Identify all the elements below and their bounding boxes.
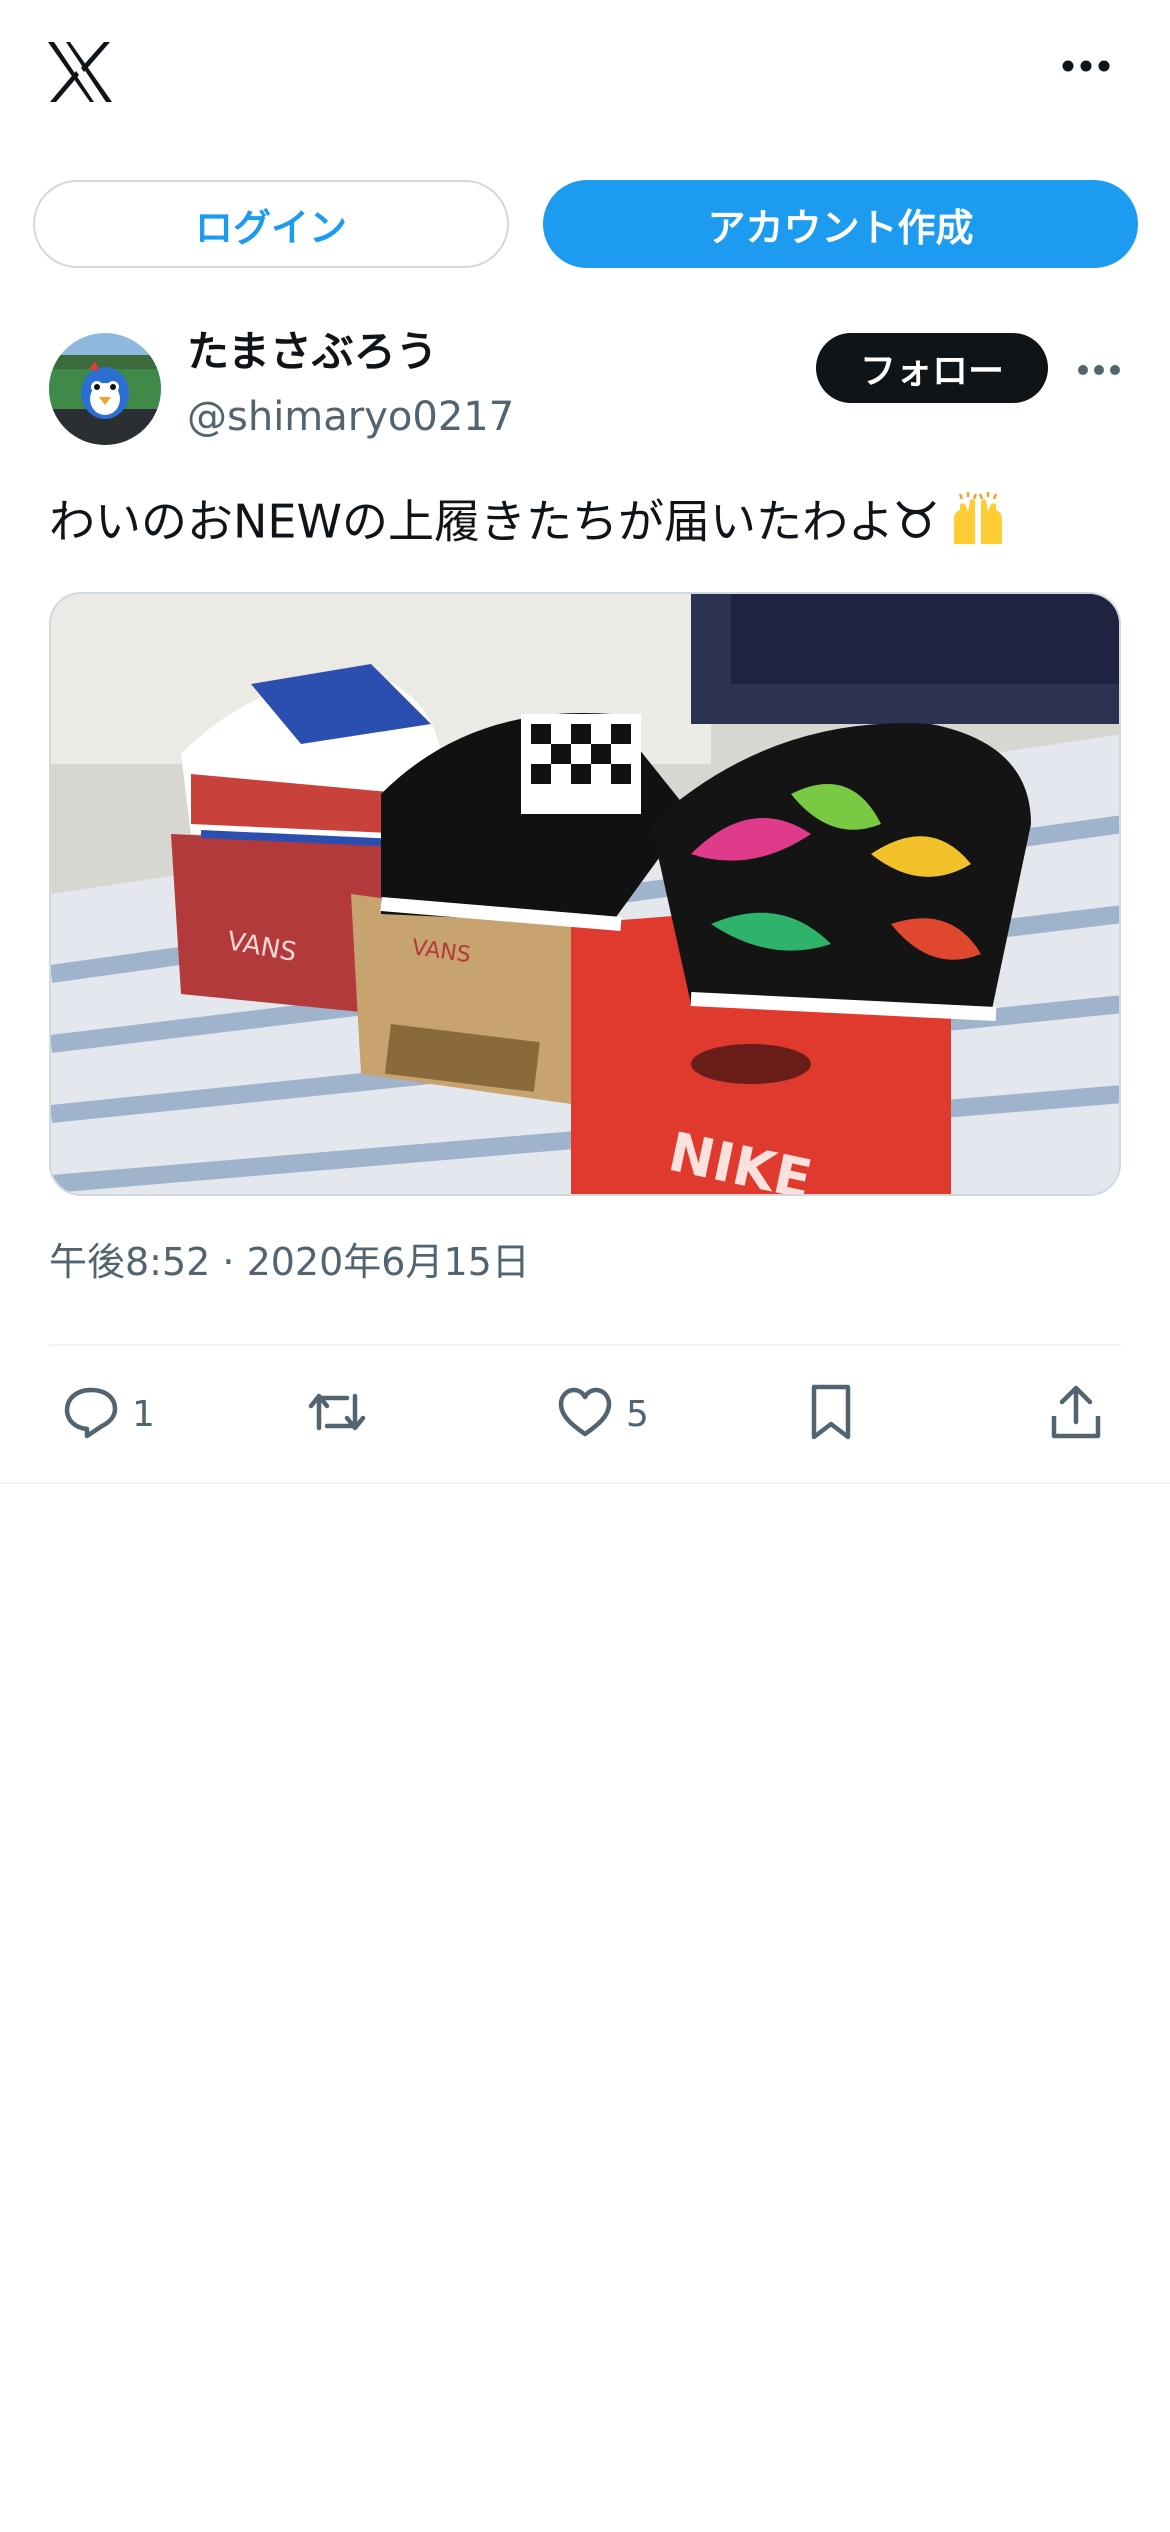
author-display-name[interactable]: たまさぶろう bbox=[187, 326, 438, 378]
divider bbox=[0, 1482, 1170, 1484]
like-count: 5 bbox=[626, 1393, 649, 1435]
bookmark-icon bbox=[806, 1382, 856, 1446]
avatar[interactable] bbox=[49, 333, 161, 445]
post-text: わいのおNEWの上履きたちが届いたわよ bbox=[49, 490, 1008, 560]
create-account-button[interactable]: アカウント作成 bbox=[543, 180, 1138, 268]
author-handle[interactable]: @shimaryo0217 bbox=[187, 392, 514, 442]
post-text-body: わいのおNEWの上履きたちが届いたわよ bbox=[49, 494, 894, 549]
like-button[interactable]: 5 bbox=[556, 1382, 649, 1446]
share-button[interactable] bbox=[1048, 1382, 1104, 1446]
post-more-icon[interactable] bbox=[1078, 362, 1120, 376]
login-button[interactable]: ログイン bbox=[33, 180, 509, 268]
post-timestamp[interactable]: 午後8:52 · 2020年6月15日 bbox=[49, 1238, 530, 1286]
taurus-sign-icon bbox=[894, 494, 938, 556]
reply-icon bbox=[62, 1384, 120, 1444]
heart-icon bbox=[556, 1385, 614, 1443]
follow-button[interactable]: フォロー bbox=[816, 333, 1048, 403]
raising-hands-icon bbox=[948, 490, 1008, 560]
bookmark-button[interactable] bbox=[806, 1382, 856, 1446]
post-image[interactable]: VANS VANS NIKE bbox=[49, 592, 1121, 1196]
more-horizontal-icon[interactable] bbox=[1062, 58, 1110, 74]
retweet-button[interactable] bbox=[305, 1382, 381, 1446]
reply-button[interactable]: 1 bbox=[62, 1382, 155, 1446]
share-icon bbox=[1048, 1382, 1104, 1446]
x-logo-icon[interactable] bbox=[46, 40, 114, 104]
retweet-icon bbox=[305, 1384, 369, 1444]
divider bbox=[49, 1344, 1121, 1346]
reply-count: 1 bbox=[132, 1393, 155, 1435]
